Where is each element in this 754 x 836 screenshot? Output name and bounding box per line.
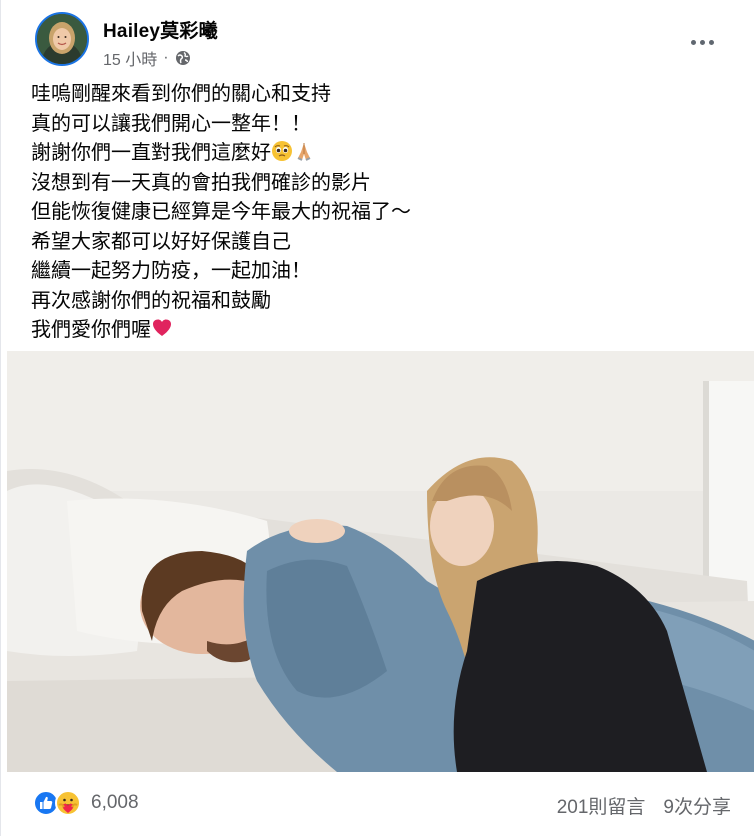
post-line: 沒想到有一天真的會拍我們確診的影片 bbox=[31, 171, 371, 194]
post-line: 哇嗚剛醒來看到你們的關心和支持 bbox=[31, 83, 331, 105]
more-dot bbox=[708, 39, 714, 45]
reaction-count: 6,008 bbox=[91, 792, 139, 813]
more-options-button[interactable] bbox=[686, 32, 718, 52]
comment-count-link[interactable]: 201則留言 bbox=[557, 792, 646, 819]
post-meta: 15 小時 · bbox=[103, 46, 191, 70]
meta-separator: · bbox=[163, 49, 169, 66]
post-text: 哇嗚剛醒來看到你們的關心和支持 真的可以讓我們開心一整年！！ 謝謝你們一直對我們… bbox=[31, 80, 721, 346]
post-line: 繼續一起努力防疫，一起加油！ bbox=[31, 260, 311, 282]
more-dot bbox=[690, 39, 696, 45]
post-line-with-emoji: 謝謝你們一直對我們這麼好 bbox=[31, 139, 721, 169]
care-icon bbox=[55, 790, 81, 816]
post-line: 但能恢復健康已經算是今年最大的祝福了～ bbox=[31, 201, 411, 223]
globe-icon[interactable] bbox=[175, 50, 191, 66]
folded-hands-icon bbox=[293, 140, 315, 162]
post-line-text: 我們愛你們喔 bbox=[31, 319, 151, 341]
avatar[interactable] bbox=[35, 12, 89, 66]
reactions-summary[interactable]: 6,008 bbox=[33, 790, 139, 816]
facebook-post: Hailey莫彩曦 15 小時 · 哇嗚剛醒來看到你們的關心和支持 真的可以讓我… bbox=[0, 0, 754, 836]
post-header: Hailey莫彩曦 15 小時 · bbox=[35, 12, 734, 70]
post-line-text: 謝謝你們一直對我們這麼好 bbox=[31, 142, 271, 164]
share-count-link[interactable]: 9次分享 bbox=[663, 792, 731, 819]
post-timestamp[interactable]: 15 小時 bbox=[103, 46, 157, 70]
red-heart-icon bbox=[151, 317, 173, 339]
engagement-stats: 201則留言 9次分享 bbox=[557, 792, 731, 819]
more-dot bbox=[699, 39, 705, 45]
post-footer: 6,008 201則留言 9次分享 bbox=[1, 772, 754, 836]
post-line: 再次感謝你們的祝福和鼓勵 bbox=[31, 289, 271, 312]
post-line-with-emoji: 我們愛你們喔 bbox=[31, 316, 721, 346]
post-line: 真的可以讓我們開心一整年！！ bbox=[31, 112, 311, 135]
author-name[interactable]: Hailey莫彩曦 bbox=[103, 16, 218, 43]
post-photo[interactable] bbox=[7, 351, 754, 772]
pleading-face-icon bbox=[271, 140, 293, 162]
post-line: 希望大家都可以好好保護自己 bbox=[31, 230, 291, 253]
